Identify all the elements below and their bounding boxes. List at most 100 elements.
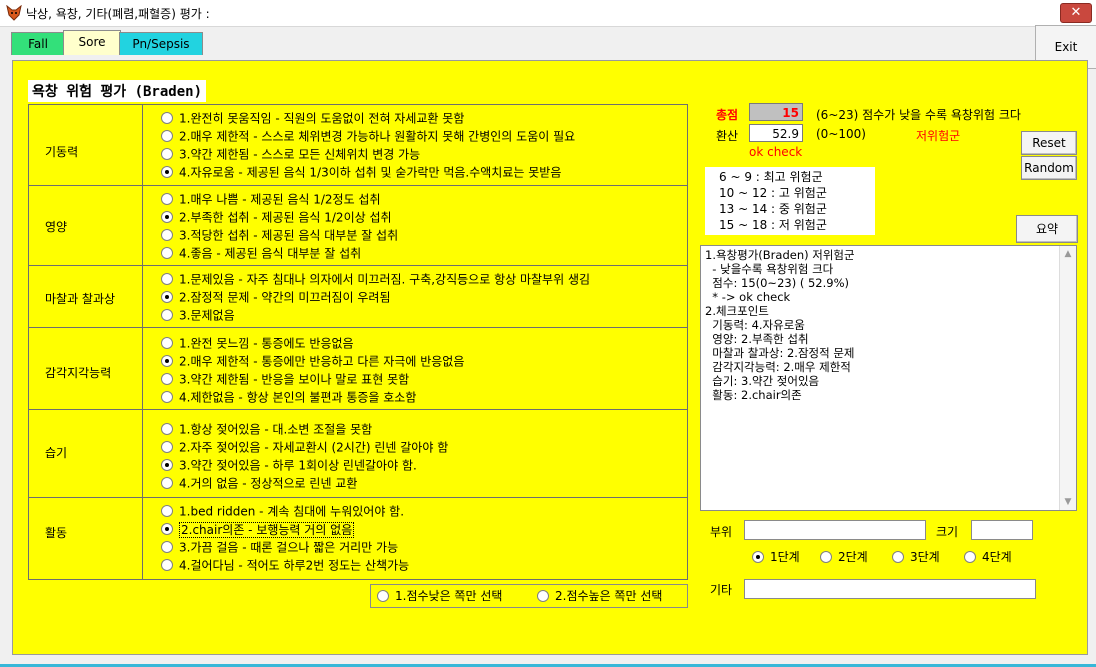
mode-option-low[interactable]: 1.점수낮은 쪽만 선택	[377, 587, 502, 605]
total-score-value: 15	[749, 103, 803, 121]
stage-option-2[interactable]: 2단계	[820, 548, 868, 566]
radio-icon[interactable]	[161, 210, 173, 223]
option-activity-4[interactable]: 4.걸어다님 - 적어도 하루2번 정도는 산책가능	[161, 556, 409, 574]
radio-icon[interactable]	[161, 558, 173, 571]
summary-line: 1.욕창평가(Braden) 저위험군	[705, 248, 855, 262]
summary-line: 2.체크포인트	[705, 304, 769, 318]
radio-icon[interactable]	[892, 550, 904, 563]
summary-line: 활동: 2.chair의존	[705, 388, 802, 402]
option-nutrition-1[interactable]: 1.매우 나쁨 - 제공된 음식 1/2정도 섭취	[161, 190, 381, 208]
summary-line: 기동력: 4.자유로움	[705, 318, 805, 332]
radio-icon[interactable]	[161, 540, 173, 553]
option-sensory-3[interactable]: 3.약간 제한됨 - 반응을 보이나 말로 표현 못함	[161, 370, 409, 388]
other-input[interactable]	[744, 579, 1036, 599]
total-score-label: 총점	[716, 108, 739, 122]
radio-icon[interactable]	[161, 390, 173, 403]
category-label: 기동력	[45, 145, 79, 159]
option-mobility-4[interactable]: 4.자유로움 - 제공된 음식 1/3이하 섭취 및 숟가락만 먹음.수액치료는…	[161, 163, 561, 181]
option-moisture-4[interactable]: 4.거의 없음 - 정상적으로 린넨 교환	[161, 474, 357, 492]
radio-icon[interactable]	[161, 290, 173, 303]
option-friction-1[interactable]: 1.문제있음 - 자주 침대나 의자에서 미끄러짐. 구축,강직등으로 항상 마…	[161, 270, 590, 288]
radio-icon[interactable]	[161, 111, 173, 124]
category-row-moisture: 습기 1.항상 젖어있음 - 대.소변 조절을 못함 2.자주 젖어있음 - 자…	[29, 409, 687, 498]
reset-button[interactable]: Reset	[1021, 131, 1077, 155]
ok-check-text: ok check	[749, 145, 803, 159]
tab-sore[interactable]: Sore	[63, 30, 121, 55]
radio-icon[interactable]	[161, 458, 173, 471]
option-nutrition-4[interactable]: 4.좋음 - 제공된 음식 대부분 잘 섭취	[161, 244, 361, 262]
option-activity-2[interactable]: 2.chair의존 - 보행능력 거의 없음	[161, 520, 355, 538]
option-mobility-2[interactable]: 2.매우 제한적 - 스스로 체위변경 가능하나 원활하지 못해 간병인의 도움…	[161, 127, 575, 145]
radio-icon[interactable]	[161, 504, 173, 517]
legend-line: 13 ~ 14 : 중 위험군	[719, 202, 827, 216]
radio-icon[interactable]	[161, 522, 173, 535]
radio-icon[interactable]	[161, 372, 173, 385]
tab-fall[interactable]: Fall	[11, 32, 65, 55]
option-moisture-2[interactable]: 2.자주 젖어있음 - 자세교환시 (2시간) 린넨 갈아야 함	[161, 438, 448, 456]
summary-textarea[interactable]: 1.욕창평가(Braden) 저위험군 - 낮을수록 욕창위험 크다 점수: 1…	[700, 245, 1077, 511]
location-label: 부위	[710, 525, 733, 539]
other-label: 기타	[710, 583, 733, 597]
option-mobility-1[interactable]: 1.완전히 못움직임 - 직원의 도움없이 전혀 자세교환 못함	[161, 109, 464, 127]
scroll-up-icon[interactable]: ▲	[1060, 246, 1076, 262]
option-friction-2[interactable]: 2.잠정적 문제 - 약간의 미끄러짐이 우려됨	[161, 288, 391, 306]
category-row-nutrition: 영양 1.매우 나쁨 - 제공된 음식 1/2정도 섭취 2.부족한 섭취 - …	[29, 185, 687, 266]
scroll-down-icon[interactable]: ▼	[1060, 494, 1076, 510]
option-sensory-4[interactable]: 4.제한없음 - 항상 본인의 불편과 통증을 호소함	[161, 388, 416, 406]
radio-icon[interactable]	[161, 272, 173, 285]
converted-label: 환산	[716, 129, 739, 143]
converted-value: 52.9	[749, 124, 803, 142]
radio-icon[interactable]	[161, 147, 173, 160]
category-label: 감각지각능력	[45, 366, 112, 380]
radio-icon[interactable]	[752, 550, 764, 563]
radio-icon[interactable]	[820, 550, 832, 563]
radio-icon[interactable]	[537, 589, 549, 602]
size-label: 크기	[936, 525, 959, 539]
selection-mode-box: 1.점수낮은 쪽만 선택 2.점수높은 쪽만 선택	[370, 584, 688, 608]
legend-line: 10 ~ 12 : 고 위험군	[719, 186, 827, 200]
legend-line: 6 ~ 9 : 최고 위험군	[719, 170, 823, 184]
title-bar: 낙상, 욕창, 기타(폐렴,패혈증) 평가 : ✕	[0, 0, 1096, 27]
category-label: 습기	[45, 446, 68, 460]
size-input[interactable]	[971, 520, 1033, 540]
stage-option-4[interactable]: 4단계	[964, 548, 1012, 566]
tab-pn-sepsis[interactable]: Pn/Sepsis	[119, 32, 203, 55]
radio-icon[interactable]	[161, 476, 173, 489]
summary-button[interactable]: 요약	[1016, 215, 1078, 243]
option-moisture-1[interactable]: 1.항상 젖어있음 - 대.소변 조절을 못함	[161, 420, 372, 438]
location-input[interactable]	[744, 520, 926, 540]
close-button[interactable]: ✕	[1060, 3, 1092, 23]
category-label: 영양	[45, 220, 68, 234]
summary-scrollbar[interactable]: ▲ ▼	[1059, 246, 1076, 510]
radio-icon[interactable]	[161, 440, 173, 453]
summary-line: 감각지각능력: 2.매우 제한적	[705, 360, 851, 374]
radio-icon[interactable]	[161, 354, 173, 367]
radio-icon[interactable]	[964, 550, 976, 563]
option-nutrition-3[interactable]: 3.적당한 섭취 - 제공된 음식 대부분 잘 섭취	[161, 226, 398, 244]
radio-icon[interactable]	[161, 422, 173, 435]
option-sensory-1[interactable]: 1.완전 못느낌 - 통증에도 반응없음	[161, 334, 354, 352]
category-label: 마찰과 찰과상	[45, 292, 116, 306]
app-fox-icon	[6, 5, 22, 21]
radio-icon[interactable]	[161, 246, 173, 259]
option-mobility-3[interactable]: 3.약간 제한됨 - 스스로 모든 신체위치 변경 가능	[161, 145, 420, 163]
summary-line: 점수: 15(0~23) ( 52.9%)	[705, 276, 850, 290]
stage-option-3[interactable]: 3단계	[892, 548, 940, 566]
radio-icon[interactable]	[377, 589, 389, 602]
radio-icon[interactable]	[161, 308, 173, 321]
random-button[interactable]: Random	[1021, 156, 1077, 180]
option-sensory-2[interactable]: 2.매우 제한적 - 통증에만 반응하고 다른 자극에 반응없음	[161, 352, 464, 370]
summary-content: 1.욕창평가(Braden) 저위험군 - 낮을수록 욕창위험 크다 점수: 1…	[705, 248, 855, 402]
option-activity-1[interactable]: 1.bed ridden - 계속 침대에 누워있어야 함.	[161, 502, 404, 520]
radio-icon[interactable]	[161, 228, 173, 241]
option-friction-3[interactable]: 3.문제없음	[161, 306, 235, 324]
option-activity-3[interactable]: 3.가끔 걸음 - 때론 걸으나 짧은 거리만 가능	[161, 538, 398, 556]
stage-option-1[interactable]: 1단계	[752, 548, 800, 566]
radio-icon[interactable]	[161, 192, 173, 205]
radio-icon[interactable]	[161, 165, 173, 178]
radio-icon[interactable]	[161, 129, 173, 142]
option-nutrition-2[interactable]: 2.부족한 섭취 - 제공된 음식 1/2이상 섭취	[161, 208, 392, 226]
option-moisture-3[interactable]: 3.약간 젖어있음 - 하루 1회이상 린넨갈아야 함.	[161, 456, 417, 474]
mode-option-high[interactable]: 2.점수높은 쪽만 선택	[537, 587, 662, 605]
radio-icon[interactable]	[161, 336, 173, 349]
